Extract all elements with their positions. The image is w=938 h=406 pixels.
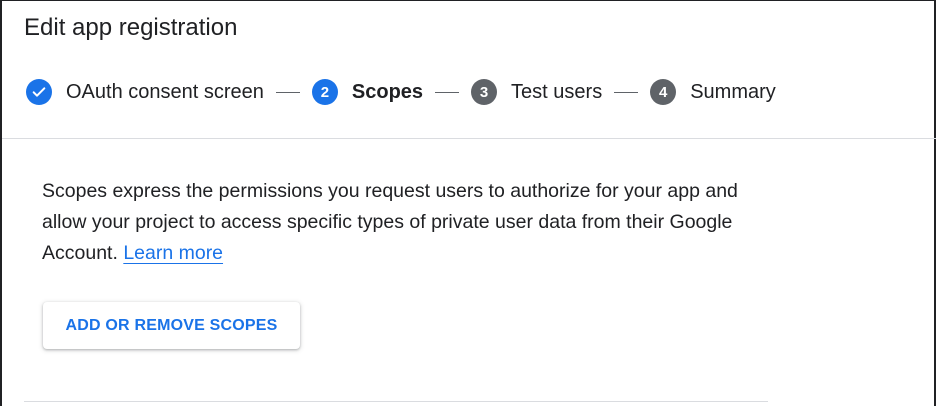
step-separator <box>275 91 300 93</box>
app-registration-panel: Edit app registration OAuth consent scre… <box>0 0 936 406</box>
step-separator <box>435 91 460 93</box>
add-or-remove-scopes-button[interactable]: ADD OR REMOVE SCOPES <box>43 302 300 349</box>
step-label: Scopes <box>351 80 424 103</box>
step-label: Summary <box>690 80 776 103</box>
step-label: Test users <box>511 80 603 103</box>
step-number-badge: 2 <box>311 79 338 105</box>
step-oauth-consent-screen[interactable]: OAuth consent screen <box>26 79 264 105</box>
step-separator <box>614 91 639 93</box>
section-divider <box>24 401 768 402</box>
page-title: Edit app registration <box>24 14 238 41</box>
step-summary[interactable]: 4 Summary <box>650 79 776 105</box>
scopes-description: Scopes express the permissions you reque… <box>42 176 742 269</box>
step-number-badge: 4 <box>650 79 677 105</box>
check-icon <box>26 79 52 105</box>
step-scopes[interactable]: 2 Scopes <box>311 79 424 105</box>
step-label: OAuth consent screen <box>66 80 264 103</box>
stepper: OAuth consent screen 2 Scopes 3 Test use… <box>26 77 776 107</box>
step-number-badge: 3 <box>471 79 498 105</box>
header-divider <box>2 138 936 139</box>
step-test-users[interactable]: 3 Test users <box>471 79 602 105</box>
learn-more-link[interactable]: Learn more <box>123 242 223 264</box>
